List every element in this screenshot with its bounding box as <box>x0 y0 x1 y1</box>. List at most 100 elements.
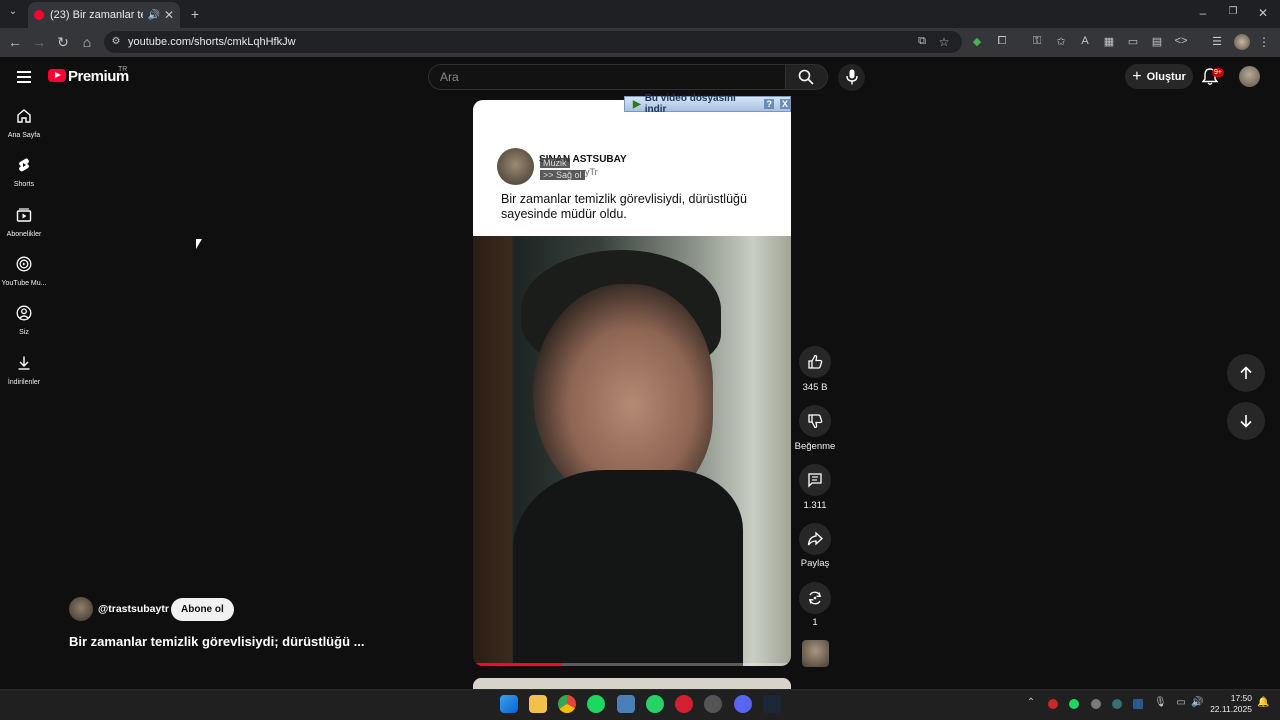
search-icon <box>798 69 814 85</box>
volume-icon[interactable]: 🔊 <box>1191 697 1203 708</box>
app2-taskbar-icon[interactable] <box>704 695 722 713</box>
home-browser-icon[interactable]: ⌂ <box>79 34 95 50</box>
share-button[interactable] <box>799 523 831 555</box>
youtube-favicon-icon <box>34 10 44 20</box>
tray-app-icon[interactable] <box>1091 699 1101 709</box>
minimize-icon[interactable]: – <box>1196 6 1210 20</box>
tab-search-icon[interactable]: ⌄ <box>6 6 20 17</box>
reload-icon[interactable]: ↻ <box>55 34 71 51</box>
sidebar-item-label: Ana Sayfa <box>7 132 41 139</box>
restore-icon[interactable]: ❐ <box>1226 6 1240 17</box>
next-short-button[interactable] <box>1227 402 1265 440</box>
shorts-video-player[interactable]: SINAN ASTSUBAY Müzik >> Sağ ol yTr Bir z… <box>473 100 791 666</box>
discord-taskbar-icon[interactable] <box>734 695 752 713</box>
music-tag[interactable]: Müzik <box>540 158 570 168</box>
back-icon[interactable]: ← <box>7 34 23 50</box>
sidebar-item-shorts[interactable]: Shorts <box>0 157 48 188</box>
video-subject-body <box>513 470 743 666</box>
download-bar-label: Bu video dosyasını indir <box>644 93 736 115</box>
dislike-button[interactable] <box>799 405 831 437</box>
reader-icon[interactable]: ▭ <box>1126 35 1140 48</box>
extensions-puzzle-icon[interactable]: ⧠ <box>995 35 1009 48</box>
sidebar-item-label: Siz <box>19 329 29 336</box>
hamburger-menu-icon[interactable] <box>17 71 31 83</box>
antivirus-taskbar-icon[interactable] <box>675 695 693 713</box>
you-icon <box>16 305 32 321</box>
sidebar-item-home[interactable]: Ana Sayfa <box>0 108 48 139</box>
tab-audio-icon[interactable]: 🔊 <box>147 10 159 21</box>
overlay-caption: Bir zamanlar temizlik görevlisiydi, dürü… <box>501 192 747 221</box>
window-close-icon[interactable]: ✕ <box>1256 6 1270 20</box>
remix-count: 1 <box>812 617 818 628</box>
tab-close-icon[interactable]: ✕ <box>164 8 174 22</box>
install-app-icon[interactable]: ⧉ <box>915 35 929 48</box>
search-placeholder: Ara <box>440 70 459 84</box>
tab-title: (23) Bir zamanlar temizlik g <box>50 9 143 21</box>
comment-icon <box>808 473 822 488</box>
reading-list-icon[interactable]: ☰ <box>1210 35 1224 48</box>
tray-app2-icon[interactable] <box>1112 699 1122 709</box>
chrome-menu-icon[interactable]: ⋮ <box>1258 35 1270 49</box>
notification-center-icon[interactable]: 🔔 <box>1257 697 1269 708</box>
previous-short-button[interactable] <box>1227 354 1265 392</box>
like-button[interactable] <box>799 346 831 378</box>
favorites-icon[interactable]: ✩ <box>1054 35 1068 48</box>
tray-spotify-icon[interactable] <box>1069 699 1079 709</box>
sidebar-item-downloads[interactable]: İndirilenler <box>0 355 48 386</box>
download-help-button[interactable]: ? <box>764 99 774 109</box>
translate-icon[interactable]: A <box>1078 35 1092 47</box>
profile-avatar-icon[interactable] <box>1234 34 1250 50</box>
chrome-taskbar-icon[interactable] <box>558 695 576 713</box>
tray-overflow-icon[interactable]: ⌃ <box>1025 697 1037 708</box>
share-icon <box>807 531 823 546</box>
channel-handle[interactable]: @trastsubaytr <box>98 603 169 615</box>
arrow-up-icon <box>1240 366 1252 379</box>
search-button[interactable] <box>786 64 828 90</box>
create-button[interactable]: + Oluştur <box>1125 64 1193 89</box>
tray-antivirus-icon[interactable] <box>1048 699 1058 709</box>
thanks-tag[interactable]: >> Sağ ol <box>540 170 585 180</box>
sidepanel-icon[interactable]: ▤ <box>1150 35 1164 48</box>
steam-taskbar-icon[interactable] <box>763 695 781 713</box>
tray-mic-icon[interactable]: 🎙 <box>1154 697 1167 708</box>
sidebar-item-youtube-music[interactable]: YouTube Mu... <box>0 256 48 287</box>
account-avatar[interactable] <box>1239 66 1260 87</box>
start-menu-icon[interactable] <box>500 695 518 713</box>
subscribe-button[interactable]: Abone ol <box>171 598 234 621</box>
new-tab-icon[interactable]: + <box>188 6 202 22</box>
network-icon[interactable]: ▭ <box>1175 697 1187 708</box>
dislike-label: Beğenme <box>794 441 836 452</box>
sidebar-item-label: Abonelikler <box>6 231 42 238</box>
sound-thumbnail[interactable] <box>802 640 829 667</box>
grid-icon[interactable]: ▦ <box>1102 35 1116 48</box>
youtube-music-icon <box>16 256 32 272</box>
extension-icon[interactable]: ◆ <box>970 35 984 48</box>
short-title[interactable]: Bir zamanlar temizlik görevlisiydi; dürü… <box>69 634 364 649</box>
like-count: 345 B <box>802 382 828 393</box>
spotify-taskbar-icon[interactable] <box>587 695 605 713</box>
tray-steam-icon[interactable] <box>1133 699 1143 709</box>
sidebar-item-subscriptions[interactable]: Abonelikler <box>0 207 48 238</box>
voice-search-button[interactable] <box>838 64 865 91</box>
sidebar-item-label: Shorts <box>13 181 35 188</box>
channel-avatar[interactable] <box>69 597 93 621</box>
devtools-icon[interactable]: <> <box>1174 35 1188 47</box>
bookmark-star-icon[interactable]: ☆ <box>937 35 951 49</box>
clock-date: 22.11.2025 <box>1210 704 1252 714</box>
forward-icon[interactable]: → <box>31 34 47 50</box>
clock[interactable]: 17:50 22.11.2025 <box>1210 693 1252 715</box>
search-input[interactable] <box>428 64 786 90</box>
comments-button[interactable] <box>799 464 831 496</box>
password-key-icon[interactable]: ⚿ <box>1030 35 1044 48</box>
remix-button[interactable] <box>799 582 831 614</box>
browser-tab[interactable]: (23) Bir zamanlar temizlik g 🔊 ✕ <box>28 2 180 28</box>
download-video-bar[interactable]: ▶ Bu video dosyasını indir ? X <box>624 93 791 115</box>
whatsapp-taskbar-icon[interactable] <box>646 695 664 713</box>
download-close-button[interactable]: X <box>779 99 790 109</box>
app-taskbar-icon[interactable] <box>617 695 635 713</box>
file-explorer-icon[interactable] <box>529 695 547 713</box>
sidebar-item-you[interactable]: Siz <box>0 305 48 336</box>
youtube-logo-icon[interactable] <box>48 69 66 82</box>
site-info-icon[interactable]: ⚙ <box>110 36 122 47</box>
thumbs-down-icon <box>808 414 823 429</box>
